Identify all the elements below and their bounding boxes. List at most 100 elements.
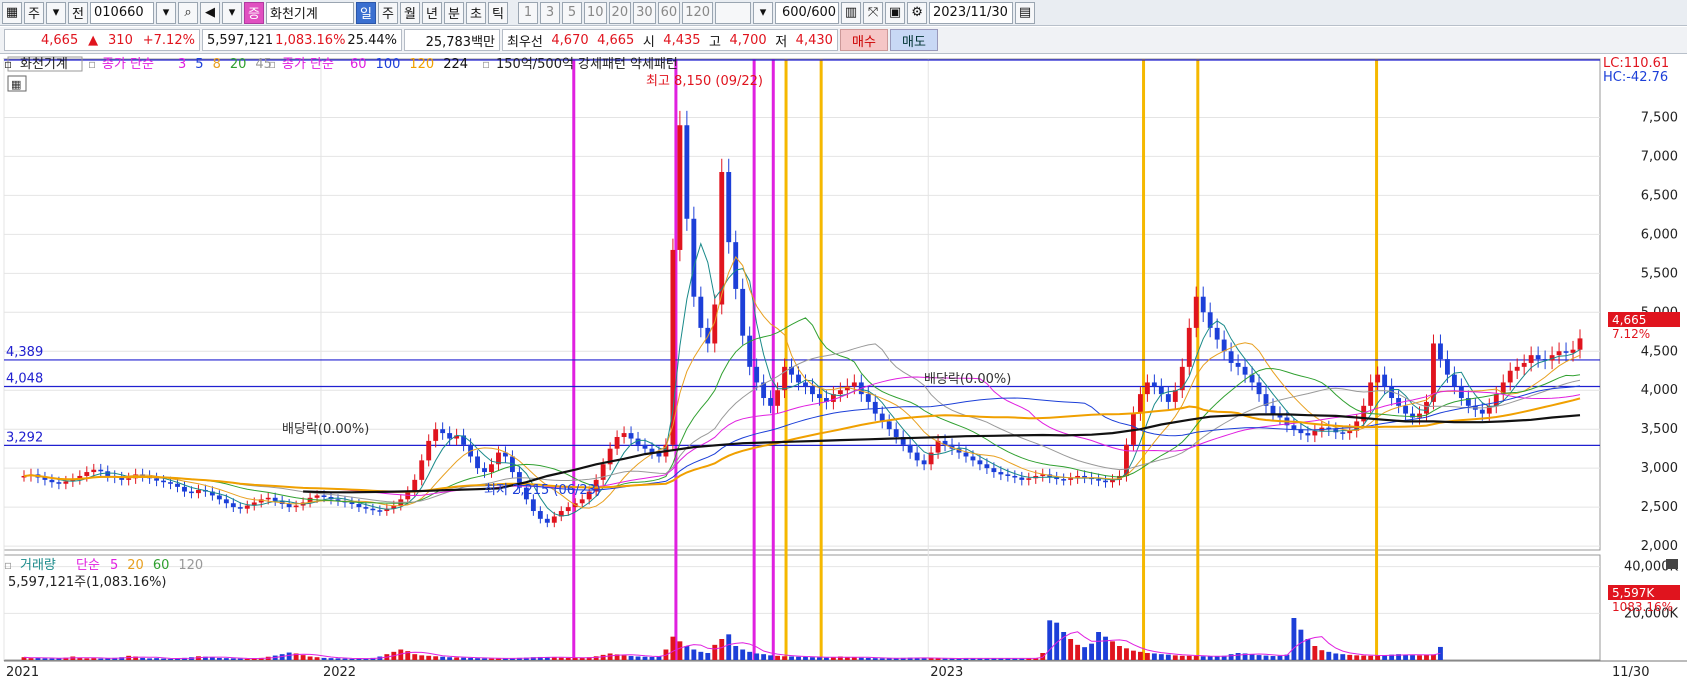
candle-body	[1137, 394, 1143, 414]
period-tab-4[interactable]: 분	[444, 1, 464, 24]
volume-bar	[91, 658, 97, 660]
legend-num[interactable]: 5	[195, 57, 203, 72]
volume-bar	[1375, 655, 1381, 660]
layout-icon[interactable]: ▦	[2, 1, 22, 24]
gear-icon[interactable]: ⚙	[907, 1, 928, 24]
interval-tabs: 1 3 5 10 20 30 60 120	[518, 1, 714, 24]
candle-body	[1096, 479, 1101, 481]
date-input[interactable]: 2023/11/30	[929, 1, 1014, 24]
legend-bullet-1: ▫	[4, 57, 12, 71]
candle-body	[356, 504, 362, 508]
legend-num[interactable]: 60	[153, 558, 170, 573]
candle-body	[530, 499, 536, 512]
volume-bar	[237, 658, 243, 660]
period-tab-1[interactable]: 주	[378, 1, 398, 24]
interval-tab-60[interactable]: 60	[657, 1, 681, 24]
legend-num[interactable]: 120	[178, 558, 203, 573]
buy-button[interactable]: 매수	[840, 29, 888, 51]
legend-num[interactable]: 8	[213, 57, 221, 72]
interval-tab-10[interactable]: 10	[584, 1, 607, 24]
volume-bar	[140, 657, 146, 660]
interval-tab-5[interactable]: 5	[562, 1, 582, 24]
volume-legend-label[interactable]: 거래량	[20, 558, 56, 573]
legend-pattern[interactable]: 150억/500억 강세패턴 약세패턴	[496, 57, 678, 72]
period-tab-6[interactable]: 틱	[488, 1, 508, 24]
count-input[interactable]: 600/600	[775, 1, 840, 24]
price-chart[interactable]: 2,0002,5003,0003,5004,0004,5005,0005,500…	[0, 55, 1687, 689]
volume-legend-nums[interactable]: 5 20 60 120	[110, 558, 203, 573]
period-tab-3[interactable]: 년	[422, 1, 442, 24]
interval-tab-1[interactable]: 1	[518, 1, 538, 24]
candle-body	[1144, 382, 1150, 395]
interval-tab-3[interactable]: 3	[540, 1, 560, 24]
volume-legend-sma[interactable]: 단순	[76, 558, 100, 573]
ma-line-45	[23, 343, 1581, 503]
legend-num[interactable]: 20	[127, 558, 144, 573]
market-select[interactable]: 주	[24, 1, 44, 24]
volume-bar	[244, 658, 250, 660]
indicator-icon[interactable]: ⤧	[863, 1, 884, 24]
volume-bar	[1256, 655, 1262, 660]
count-value: 600	[781, 5, 807, 20]
legend-stock-name[interactable]: 화천기계	[20, 57, 68, 72]
candle-body	[768, 398, 774, 406]
volume-bar	[447, 657, 453, 660]
search-icon[interactable]: ⌕	[178, 1, 198, 24]
volume-bar	[433, 656, 439, 660]
volume-bar	[1096, 632, 1101, 660]
speaker-dropdown-icon[interactable]: ▾	[222, 1, 242, 24]
code-input[interactable]: 010660	[90, 1, 154, 24]
volume-bar	[1340, 654, 1346, 660]
chevron-down-icon[interactable]: ▾	[46, 1, 66, 24]
interval-custom[interactable]	[715, 1, 752, 24]
legend-num[interactable]: 100	[376, 57, 401, 72]
candle-body	[161, 480, 166, 483]
candle-body	[63, 481, 69, 484]
candle-body	[286, 504, 292, 508]
candle-style-icon[interactable]: ▥	[841, 1, 862, 24]
prev-button[interactable]: 전	[68, 1, 88, 24]
candle-body	[579, 499, 585, 504]
candle-body	[991, 468, 997, 473]
candle-body	[168, 482, 173, 484]
candle-body	[544, 518, 550, 523]
volume-bar	[349, 658, 355, 660]
period-tab-0[interactable]: 일	[356, 1, 376, 24]
price-tick-label: 5,500	[1641, 266, 1678, 281]
save-icon[interactable]: ▣	[885, 1, 906, 24]
price-tick-label: 7,500	[1641, 110, 1678, 125]
candle-body	[963, 452, 969, 457]
legend-num[interactable]: 5	[110, 558, 118, 573]
legend-num[interactable]: 120	[409, 57, 434, 72]
interval-tab-20[interactable]: 20	[608, 1, 632, 24]
legend-ma-label-1[interactable]: 종가 단순	[102, 57, 154, 72]
legend-num[interactable]: 224	[443, 57, 468, 72]
candle-body	[698, 296, 704, 328]
calendar-icon[interactable]: ▤	[1015, 1, 1036, 24]
volume-bar	[705, 653, 711, 660]
stock-badge-label: 증	[248, 7, 260, 22]
legend-num[interactable]: 60	[350, 57, 367, 72]
price-tick-label: 4,500	[1641, 344, 1678, 359]
code-dropdown-icon[interactable]: ▾	[156, 1, 176, 24]
volume-bar	[426, 655, 432, 660]
volume-bar	[1249, 654, 1255, 660]
legend-ma-label-2[interactable]: 종가 단순	[282, 57, 334, 72]
interval-dropdown-icon[interactable]: ▾	[753, 1, 774, 24]
candle-body	[726, 172, 732, 243]
interval-tab-30[interactable]: 30	[633, 1, 656, 24]
legend-num[interactable]: 3	[178, 57, 186, 72]
interval-tab-120[interactable]: 120	[682, 1, 714, 24]
period-tab-5[interactable]: 초	[466, 1, 486, 24]
level-label-3: 3,292	[6, 430, 43, 445]
speaker-icon[interactable]: ◀	[200, 1, 220, 24]
candle-body	[182, 486, 187, 492]
stock-name-field[interactable]: 화천기계	[266, 1, 354, 24]
volume-bar	[1047, 620, 1053, 660]
period-tab-2[interactable]: 월	[400, 1, 420, 24]
volume-pct-tag-label: 1083.16%	[1612, 600, 1673, 614]
collapse-icon[interactable]	[1666, 559, 1678, 569]
sell-button[interactable]: 매도	[890, 29, 938, 51]
volume-bar	[1347, 654, 1353, 660]
legend-num[interactable]: 20	[230, 57, 247, 72]
